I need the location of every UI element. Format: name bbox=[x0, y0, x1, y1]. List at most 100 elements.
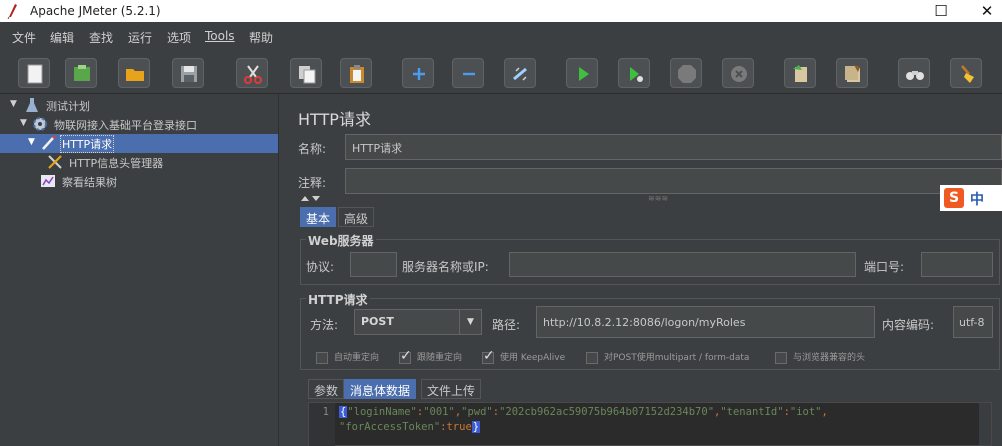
maximize-button[interactable]: ☐ bbox=[926, 1, 956, 21]
binoculars-search-icon bbox=[906, 71, 924, 80]
encoding-field[interactable]: utf-8 bbox=[953, 306, 993, 338]
server-field[interactable] bbox=[509, 252, 856, 277]
checkbox-box[interactable] bbox=[482, 348, 495, 364]
start-button[interactable] bbox=[566, 58, 598, 88]
stop-icon bbox=[678, 65, 696, 83]
window-title: Apache JMeter (5.2.1) bbox=[30, 4, 161, 18]
follow-redirect-checkbox[interactable]: 跟随重定向 bbox=[399, 348, 463, 364]
reset-search-button[interactable] bbox=[950, 58, 982, 88]
menu-run[interactable]: 运行 bbox=[128, 29, 152, 46]
checkbox-box[interactable] bbox=[775, 351, 787, 364]
name-field[interactable]: HTTP请求 bbox=[345, 134, 1002, 160]
tree-node-http-request[interactable]: ▼ HTTP请求 bbox=[0, 134, 278, 153]
pen-sampler-icon bbox=[42, 135, 56, 150]
templates-button[interactable] bbox=[65, 58, 97, 88]
collapse-icon bbox=[463, 72, 475, 76]
tab-basic[interactable]: 基本 bbox=[300, 207, 337, 227]
search-button[interactable] bbox=[898, 58, 930, 88]
json-key: "forAccessToken" bbox=[339, 421, 441, 433]
close-button[interactable]: ✕ bbox=[972, 1, 1002, 21]
checkbox-box[interactable] bbox=[399, 348, 412, 364]
menu-tools[interactable]: Tools bbox=[205, 29, 235, 43]
tab-parameters[interactable]: 参数 bbox=[308, 379, 345, 399]
expand-toggle-icon[interactable]: ▼ bbox=[10, 99, 17, 109]
tree-node-thread-group[interactable]: ▼ 物联网接入基础平台登录接口 bbox=[0, 115, 278, 134]
json-key: "loginName" bbox=[347, 406, 417, 418]
checkbox-label: 跟随重定向 bbox=[417, 353, 463, 363]
expand-toggle-icon[interactable]: ▼ bbox=[20, 118, 27, 128]
body-code[interactable]: {"loginName":"001","pwd":"202cb962ac5907… bbox=[339, 405, 828, 435]
port-field[interactable] bbox=[921, 252, 993, 277]
encoding-label: 内容编码: bbox=[882, 318, 935, 332]
toolbar bbox=[0, 52, 1002, 94]
test-plan-tree: ▼ 测试计划 ▼ 物联网接入基础平台登录接口 ▼ HTTP请求 HTTP信息头管… bbox=[0, 94, 278, 446]
copy-button[interactable] bbox=[290, 58, 322, 88]
shutdown-icon bbox=[731, 66, 747, 82]
ime-indicator[interactable]: S 中 bbox=[940, 185, 1002, 211]
menu-search[interactable]: 查找 bbox=[89, 29, 113, 46]
open-button[interactable] bbox=[118, 58, 150, 88]
menu-file[interactable]: 文件 bbox=[12, 29, 36, 46]
clear-button[interactable] bbox=[784, 58, 816, 88]
http-request-panel: HTTP请求 名称: HTTP请求 注释: ≋≋≋ 基本 高级 Web服务器 协… bbox=[288, 94, 1002, 446]
shutdown-button[interactable] bbox=[722, 58, 754, 88]
expand-button[interactable] bbox=[402, 58, 434, 88]
close-brace: } bbox=[471, 421, 481, 433]
auto-redirect-checkbox[interactable]: 自动重定向 bbox=[316, 350, 379, 364]
menu-options[interactable]: 选项 bbox=[167, 29, 191, 46]
keepalive-checkbox[interactable]: 使用 KeepAlive bbox=[482, 348, 565, 364]
path-label: 路径: bbox=[492, 318, 521, 332]
panel-splitter[interactable] bbox=[278, 94, 288, 446]
toggle-button[interactable] bbox=[504, 58, 536, 88]
method-label: 方法: bbox=[310, 318, 339, 332]
comment-field[interactable] bbox=[345, 168, 1002, 194]
test-plan-icon bbox=[26, 98, 38, 112]
tree-label: HTTP请求 bbox=[60, 135, 115, 153]
title-bar: Apache JMeter (5.2.1) ☐ ✕ bbox=[0, 0, 1002, 22]
clear-all-icon bbox=[845, 65, 860, 82]
editor-scrollbar[interactable] bbox=[979, 403, 991, 445]
browser-headers-checkbox[interactable]: 与浏览器兼容的头 bbox=[775, 350, 865, 364]
collapse-arrows-icon[interactable] bbox=[300, 194, 324, 202]
body-editor[interactable]: 1 {"loginName":"001","pwd":"202cb962ac59… bbox=[308, 402, 992, 446]
tree-label: 测试计划 bbox=[46, 100, 90, 113]
menu-help[interactable]: 帮助 bbox=[249, 29, 273, 46]
panel-title: HTTP请求 bbox=[298, 110, 371, 129]
checkbox-box[interactable] bbox=[586, 351, 598, 364]
cut-button[interactable] bbox=[236, 58, 268, 88]
tab-file-upload[interactable]: 文件上传 bbox=[421, 379, 482, 399]
tree-label: 物联网接入基础平台登录接口 bbox=[54, 119, 197, 132]
toggle-icon bbox=[513, 67, 527, 81]
menu-edit[interactable]: 编辑 bbox=[50, 29, 74, 46]
path-field[interactable]: http://10.8.2.12:8086/logon/myRoles bbox=[536, 306, 875, 338]
web-server-title: Web服务器 bbox=[306, 232, 376, 249]
clear-all-button[interactable] bbox=[836, 58, 868, 88]
comment-label: 注释: bbox=[298, 176, 327, 190]
tree-node-header-manager[interactable]: HTTP信息头管理器 bbox=[0, 153, 278, 172]
collapse-button[interactable] bbox=[452, 58, 484, 88]
start-no-pause-button[interactable] bbox=[618, 58, 650, 88]
multipart-checkbox[interactable]: 对POST使用multipart / form-data bbox=[586, 350, 749, 364]
splitter-grip-icon[interactable]: ≋≋≋ bbox=[648, 194, 668, 203]
sogou-s-icon: S bbox=[944, 188, 964, 208]
stop-button[interactable] bbox=[670, 58, 702, 88]
paste-button[interactable] bbox=[340, 58, 372, 88]
broom-reset-search-icon bbox=[961, 65, 974, 83]
json-key: "tenantId" bbox=[720, 406, 784, 418]
new-button[interactable] bbox=[18, 58, 50, 88]
checkbox-box[interactable] bbox=[316, 351, 328, 364]
checkbox-label: 与浏览器兼容的头 bbox=[793, 353, 866, 363]
save-button[interactable] bbox=[172, 58, 204, 88]
protocol-label: 协议: bbox=[306, 260, 335, 274]
tab-advanced[interactable]: 高级 bbox=[338, 207, 375, 227]
protocol-field[interactable] bbox=[350, 252, 397, 277]
result-tree-icon bbox=[41, 175, 55, 187]
jmeter-feather-icon bbox=[7, 4, 17, 19]
tab-body-data[interactable]: 消息体数据 bbox=[344, 379, 417, 399]
dropdown-arrow-icon[interactable]: ▼ bbox=[459, 310, 481, 334]
method-select[interactable]: POST ▼ bbox=[354, 309, 482, 335]
method-value: POST bbox=[361, 315, 394, 328]
tree-node-result-tree[interactable]: 察看结果树 bbox=[0, 172, 278, 191]
expand-toggle-icon[interactable]: ▼ bbox=[28, 137, 35, 147]
tree-node-test-plan[interactable]: ▼ 测试计划 bbox=[0, 96, 278, 115]
